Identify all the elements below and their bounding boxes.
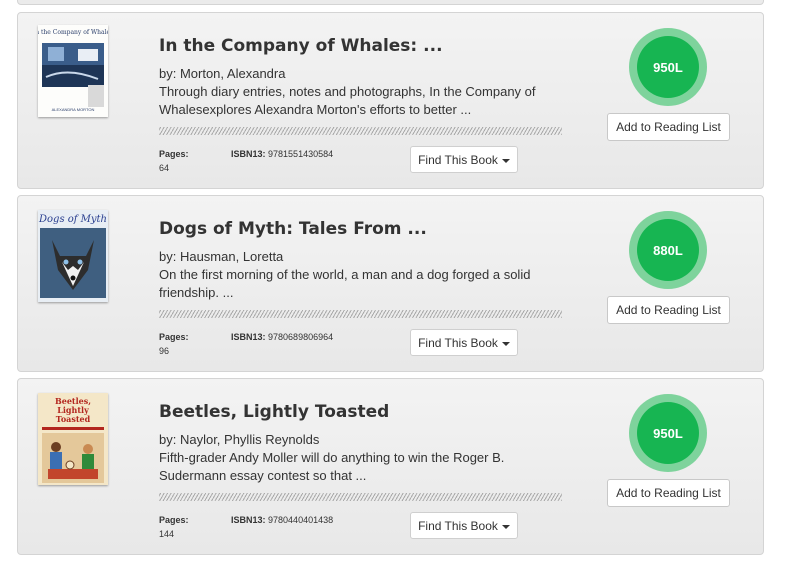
book-description: Through diary entries, notes and photogr…: [159, 84, 536, 117]
book-cover-image[interactable]: Dogs of Myth: [38, 210, 108, 302]
find-this-book-label: Find This Book: [418, 152, 498, 167]
pages-value: 64: [159, 163, 170, 173]
pages-value: 144: [159, 529, 175, 539]
divider-hatch: [159, 310, 562, 318]
pages-label: Pages:: [159, 149, 189, 159]
book-title[interactable]: In the Company of Whales: ...: [159, 36, 443, 56]
book-card: In the Company of Whales ALEXANDRA MORTO…: [17, 12, 764, 189]
lexile-badge: 880L: [629, 211, 707, 289]
lexile-value: 950L: [637, 36, 699, 98]
add-to-reading-list-button[interactable]: Add to Reading List: [607, 296, 730, 324]
isbn-label: ISBN13:: [231, 332, 266, 342]
book-title[interactable]: Beetles, Lightly Toasted: [159, 402, 389, 422]
isbn-value: 9781551430584: [268, 149, 334, 159]
add-to-reading-list-button[interactable]: Add to Reading List: [607, 113, 730, 141]
book-description: On the first morning of the world, a man…: [159, 267, 531, 300]
book-cover-image[interactable]: In the Company of Whales ALEXANDRA MORTO…: [38, 25, 108, 117]
pages-label: Pages:: [159, 332, 189, 342]
caret-down-icon: [501, 524, 510, 529]
book-author: by: Hausman, Loretta: [159, 249, 284, 264]
isbn-field: ISBN13: 9781551430584: [231, 149, 333, 159]
book-card: Beetles, Lightly Toasted Beetles, Lightl…: [17, 378, 764, 555]
find-this-book-button[interactable]: Find This Book: [410, 146, 518, 173]
book-author: by: Morton, Alexandra: [159, 66, 286, 81]
isbn-field: ISBN13: 9780440401438: [231, 515, 333, 525]
lexile-value: 950L: [637, 402, 699, 464]
svg-text:In the Company of Whales: In the Company of Whales: [38, 29, 108, 36]
svg-text:Toasted: Toasted: [56, 414, 91, 424]
add-to-reading-list-button[interactable]: Add to Reading List: [607, 479, 730, 507]
isbn-field: ISBN13: 9780689806964: [231, 332, 333, 342]
isbn-value: 9780689806964: [268, 332, 334, 342]
beetles-cover-art: Beetles, Lightly Toasted: [38, 393, 108, 485]
book-cover-image[interactable]: Beetles, Lightly Toasted: [38, 393, 108, 485]
isbn-value: 9780440401438: [268, 515, 334, 525]
book-card: Dogs of Myth Dogs of Myth: Tales From ..…: [17, 195, 764, 372]
caret-down-icon: [501, 158, 510, 163]
lexile-badge: 950L: [629, 394, 707, 472]
find-this-book-button[interactable]: Find This Book: [410, 512, 518, 539]
book-title[interactable]: Dogs of Myth: Tales From ...: [159, 219, 427, 239]
find-this-book-button[interactable]: Find This Book: [410, 329, 518, 356]
previous-card-edge: [17, 0, 764, 5]
find-this-book-label: Find This Book: [418, 518, 498, 533]
svg-text:Dogs of Myth: Dogs of Myth: [38, 214, 107, 225]
divider-hatch: [159, 493, 562, 501]
isbn-label: ISBN13:: [231, 149, 266, 159]
lexile-value: 880L: [637, 219, 699, 281]
whale-cover-art: In the Company of Whales ALEXANDRA MORTO…: [38, 25, 108, 117]
pages-value: 96: [159, 346, 170, 356]
pages-label: Pages:: [159, 515, 189, 525]
svg-text:ALEXANDRA MORTON: ALEXANDRA MORTON: [52, 107, 95, 112]
divider-hatch: [159, 127, 562, 135]
book-description: Fifth-grader Andy Moller will do anythin…: [159, 450, 505, 483]
dog-cover-art: Dogs of Myth: [38, 210, 108, 302]
lexile-badge: 950L: [629, 28, 707, 106]
book-author: by: Naylor, Phyllis Reynolds: [159, 432, 320, 447]
caret-down-icon: [501, 341, 510, 346]
isbn-label: ISBN13:: [231, 515, 266, 525]
find-this-book-label: Find This Book: [418, 335, 498, 350]
